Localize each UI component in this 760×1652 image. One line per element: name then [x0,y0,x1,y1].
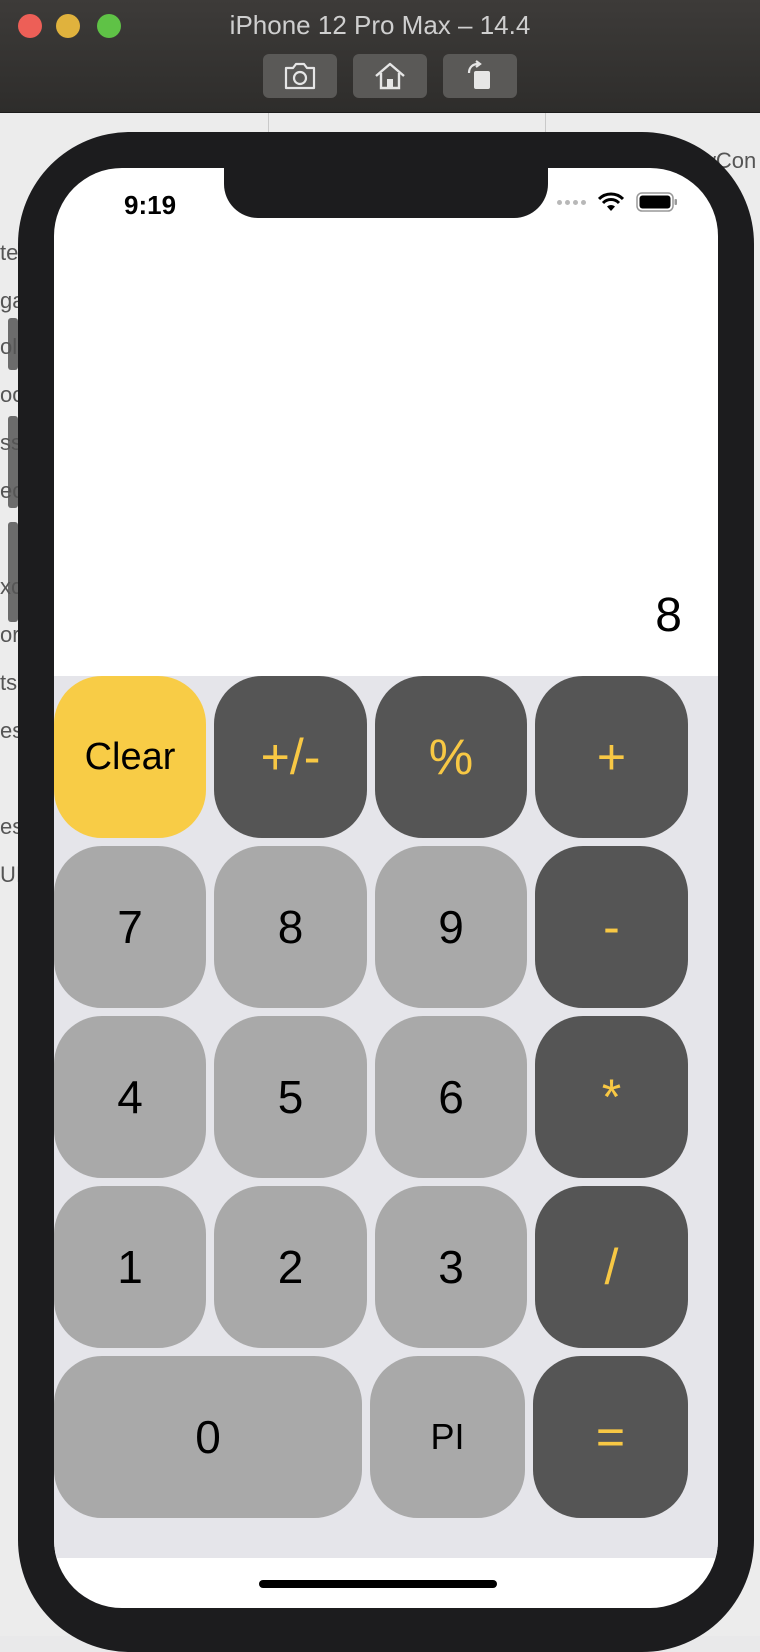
simulator-titlebar: iPhone 12 Pro Max – 14.4 [0,0,760,113]
digit-2-button[interactable]: 2 [214,1186,367,1348]
plus-minus-button[interactable]: +/- [214,676,367,838]
digit-3-button[interactable]: 3 [375,1186,527,1348]
calculator-keypad: Clear +/- % + 7 8 9 - 4 5 6 * 1 2 3 / 0 … [54,676,718,1558]
digit-6-button[interactable]: 6 [375,1016,527,1178]
background-text: or [0,622,20,647]
digit-1-button[interactable]: 1 [54,1186,206,1348]
rotate-button[interactable] [443,54,517,98]
rotate-icon [467,60,490,89]
digit-7-button[interactable]: 7 [54,846,206,1008]
divide-button[interactable]: / [535,1186,688,1348]
wifi-icon [598,192,624,211]
pi-button[interactable]: PI [370,1356,525,1518]
status-icons [557,192,678,212]
battery-icon [636,192,677,212]
multiply-button[interactable]: * [535,1016,688,1178]
digit-5-button[interactable]: 5 [214,1016,367,1178]
home-button[interactable] [353,54,427,98]
digit-4-button[interactable]: 4 [54,1016,206,1178]
subtract-button[interactable]: - [535,846,688,1008]
background-text: ts [0,670,18,695]
calculator-display: 8 [655,589,682,642]
digit-9-button[interactable]: 9 [375,846,527,1008]
background-text: ol [0,334,18,359]
window-title: iPhone 12 Pro Max – 14.4 [229,10,531,40]
status-time: 9:19 [124,190,177,220]
home-indicator[interactable] [259,1580,497,1588]
add-button[interactable]: + [535,676,688,838]
percent-button[interactable]: % [375,676,527,838]
digit-8-button[interactable]: 8 [214,846,367,1008]
digit-0-button[interactable]: 0 [54,1356,362,1518]
background-divider [545,112,546,132]
home-icon [375,62,405,90]
screenshot-camera-icon [284,62,316,90]
screenshot-button[interactable] [263,54,337,98]
background-divider [268,112,269,132]
equals-button[interactable]: = [533,1356,688,1518]
notch [224,168,548,218]
iphone-screen: 9:19 8 Clear +/- % + 7 8 9 - 4 5 6 * 1 2 [54,168,718,1608]
background-field [8,522,18,622]
background-text: te [0,240,19,265]
signal-dots-icon [557,199,586,205]
clear-button[interactable]: Clear [54,676,206,838]
